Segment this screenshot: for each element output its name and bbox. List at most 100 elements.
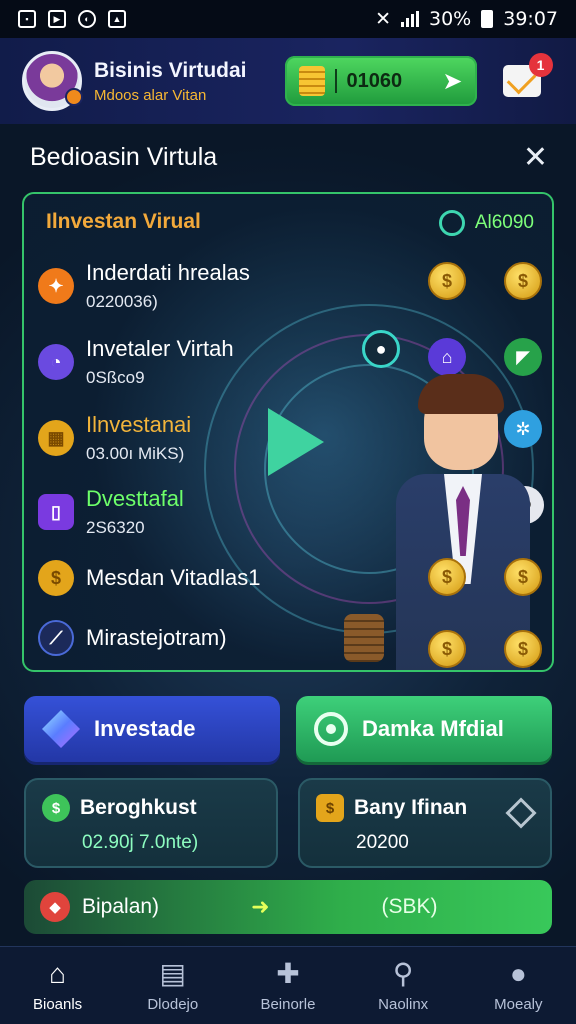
card-title: Bany Ifinan <box>354 796 468 819</box>
dollar-coin-icon: $ <box>428 558 466 596</box>
nav-item-games[interactable]: ✚ Beinorle <box>238 958 338 1013</box>
mute-icon: ✕ <box>375 8 391 30</box>
gem-icon <box>42 710 80 748</box>
nav-item-profile[interactable]: ● Moealy <box>468 958 568 1013</box>
message-icon: ▶ <box>48 10 66 28</box>
dollar-coin-icon: $ <box>38 560 74 596</box>
list-item[interactable]: ▯ Dvesttafal 2S6320 <box>38 486 184 538</box>
panel-timer: Al6090 <box>438 210 534 236</box>
nav-label: Moealy <box>494 996 543 1013</box>
puzzle-icon: ✚ <box>276 958 300 989</box>
dollar-coin-icon: $ <box>504 262 542 300</box>
coin-stack-icon <box>344 614 384 662</box>
send-icon: ➤ <box>442 67 463 95</box>
demo-button-label: Damka Mfdial <box>362 716 504 741</box>
chip-icon: ▦ <box>38 420 74 456</box>
dollar-icon: $ <box>42 794 70 822</box>
row-subtitle: 0220036) <box>86 292 158 311</box>
payout-value: (SBK) <box>381 895 438 918</box>
invest-button[interactable]: Investade <box>24 696 280 762</box>
row-title: Ilnvestanai <box>86 412 192 437</box>
invest-button-label: Investade <box>94 716 196 741</box>
status-bar: ▪ ▶ ◐ ▲ ✕ 30% 39:07 <box>0 0 576 38</box>
play-logo-icon <box>268 408 324 476</box>
battery-percent: 30% <box>429 8 472 30</box>
nav-label: Beinorle <box>260 996 316 1013</box>
balance-card[interactable]: $ Beroghkust 02.90j 7.0nte) <box>24 778 278 868</box>
row-title: Mirastejotram) <box>86 625 227 650</box>
battery-icon <box>481 10 494 28</box>
brand: Bisinis Virtudai Mdoos alar Vitan <box>94 59 247 104</box>
dollar-coin-icon: $ <box>504 630 542 668</box>
node-icon: ● <box>362 330 400 368</box>
target-icon <box>314 712 348 746</box>
avatar[interactable] <box>22 51 83 111</box>
home-icon: ⌂ <box>49 958 67 989</box>
panel-title: Ilnvestan Virual <box>46 210 201 233</box>
nav-item-home[interactable]: ⌂ Bioanls <box>8 958 108 1013</box>
nav-label: Naolinx <box>378 996 429 1013</box>
dollar-coin-icon: $ <box>428 262 466 300</box>
app-title: Bisinis Virtudai <box>94 58 247 82</box>
phone-icon: ▯ <box>38 494 74 530</box>
clock-icon: ◔ <box>38 344 74 380</box>
shield-icon: ✦ <box>38 268 74 304</box>
payout-bar[interactable]: ◆ Bipalan) ➜ (SBK) <box>24 880 552 934</box>
compass-icon: ⟋ <box>38 620 74 656</box>
gallery-icon: ▪ <box>18 10 36 28</box>
bank-card[interactable]: $ Bany Ifinan 20200 <box>298 778 552 868</box>
app-header: Bisinis Virtudai Mdoos alar Vitan 01060 … <box>0 38 576 124</box>
card-title: Beroghkust <box>80 796 197 819</box>
signal-icon <box>401 11 419 27</box>
coins-icon <box>298 66 325 96</box>
search-icon: ⚲ <box>392 958 414 989</box>
divider <box>334 69 337 93</box>
list-item[interactable]: ◔ Invetaler Virtah 0Sßco9 <box>38 336 234 388</box>
coin-balance-button[interactable]: 01060 ➤ <box>284 56 477 106</box>
card-value: 20200 <box>356 832 409 853</box>
app-subtitle: Mdoos alar Vitan <box>94 86 207 104</box>
mascot-hair <box>418 374 504 414</box>
row-title: Mesdan Vitadlas1 <box>86 565 261 590</box>
nav-label: Bioanls <box>32 996 83 1013</box>
mascot-character <box>384 374 544 670</box>
bank-icon: ⌂ <box>428 338 466 376</box>
row-subtitle: 03.00ı MiKS) <box>86 444 185 463</box>
nav-item-documents[interactable]: ▤ Dlodejo <box>123 958 223 1013</box>
list-item[interactable]: ⟋ Mirastejotram) <box>38 620 227 656</box>
list-item[interactable]: $ Mesdan Vitadlas1 <box>38 560 261 596</box>
clock-time: 39:07 <box>503 8 558 30</box>
profile-icon: ● <box>509 958 527 989</box>
nav-label: Dlodejo <box>147 996 199 1013</box>
bottom-nav: ⌂ Bioanls ▤ Dlodejo ✚ Beinorle ⚲ Naolinx… <box>0 946 576 1024</box>
arrow-up-icon: ◤ <box>504 338 542 376</box>
row-subtitle: 0Sßco9 <box>86 368 145 387</box>
document-icon: ▤ <box>159 958 187 989</box>
row-title: Invetaler Virtah <box>86 336 234 361</box>
timer-icon <box>438 210 465 236</box>
coin-icon: $ <box>316 794 344 822</box>
nav-item-search[interactable]: ⚲ Naolinx <box>353 958 453 1013</box>
timer-value: Al6090 <box>474 212 534 233</box>
row-title: Dvesttafal <box>86 486 184 511</box>
list-item[interactable]: ▦ Ilnvestanai 03.00ı MiKS) <box>38 412 191 464</box>
investment-panel: Ilnvestan Virual Al6090 ✦ Inderdati hrea… <box>22 192 554 672</box>
notification-badge: 1 <box>528 53 553 77</box>
arrow-right-icon: ➜ <box>251 894 270 919</box>
card-value: 02.90j 7.0nte) <box>82 832 199 853</box>
close-icon[interactable]: ✕ <box>523 140 548 175</box>
dollar-coin-icon: $ <box>428 630 466 668</box>
shield-icon: ◆ <box>40 892 70 922</box>
row-title: Inderdati hrealas <box>86 260 250 285</box>
page-title: Bedioasin Virtula <box>30 143 218 171</box>
dollar-coin-icon: $ <box>504 558 542 596</box>
whatsapp-icon: ◐ <box>78 10 96 28</box>
coin-balance: 01060 <box>346 69 403 92</box>
demo-button[interactable]: Damka Mfdial <box>296 696 552 762</box>
row-subtitle: 2S6320 <box>86 518 145 537</box>
list-item[interactable]: ✦ Inderdati hrealas 0220036) <box>38 260 250 312</box>
image-icon: ▲ <box>108 10 126 28</box>
mail-button[interactable]: 1 <box>502 53 553 97</box>
level-badge-icon <box>65 88 83 106</box>
payout-label: Bipalan) <box>82 895 160 918</box>
